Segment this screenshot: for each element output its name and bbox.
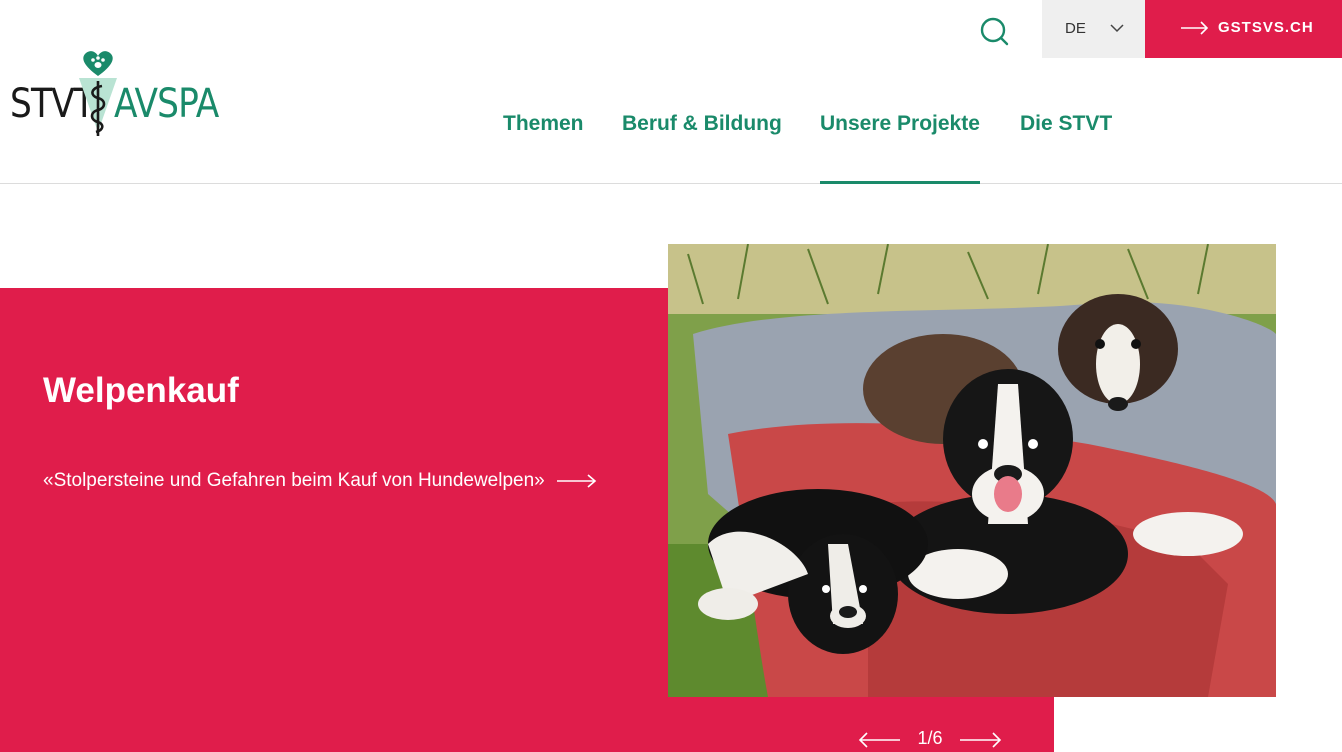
hero-link[interactable]: «Stolpersteine und Gefahren beim Kauf vo… [43, 468, 597, 494]
language-label: DE [1065, 20, 1086, 37]
arrow-right-icon [556, 474, 596, 488]
chevron-down-icon [1110, 24, 1124, 33]
site-logo[interactable]: STVT AVSPA [10, 48, 219, 138]
nav-item-themen[interactable]: Themen [503, 112, 584, 184]
hero-link-text: «Stolpersteine und Gefahren beim Kauf vo… [43, 470, 545, 491]
hero-title: Welpenkauf [43, 371, 239, 410]
nav-item-unsere-projekte[interactable]: Unsere Projekte [820, 112, 980, 184]
slider-next-button[interactable] [960, 731, 1002, 749]
puppies-photo [668, 244, 1276, 697]
search-icon [980, 17, 1009, 46]
language-select[interactable]: DE [1042, 0, 1145, 58]
nav-item-die-stvt[interactable]: Die STVT [1020, 112, 1112, 184]
site-header: STVT AVSPA DE GSTSVS.CH Themen Beruf & B… [0, 0, 1342, 184]
hero-image [668, 244, 1276, 697]
arrow-left-icon [858, 732, 900, 748]
search-button[interactable] [976, 14, 1012, 50]
slider-counter: 1/6 [917, 728, 943, 748]
slider-prev-button[interactable] [858, 731, 900, 749]
external-link-label: GSTSVS.CH [1218, 19, 1314, 36]
nav-item-beruf-bildung[interactable]: Beruf & Bildung [622, 112, 782, 184]
arrow-right-icon [1181, 21, 1209, 35]
arrow-right-icon [960, 732, 1002, 748]
logo-text-avspa: AVSPA [114, 81, 219, 127]
external-site-link[interactable]: GSTSVS.CH [1145, 0, 1342, 58]
